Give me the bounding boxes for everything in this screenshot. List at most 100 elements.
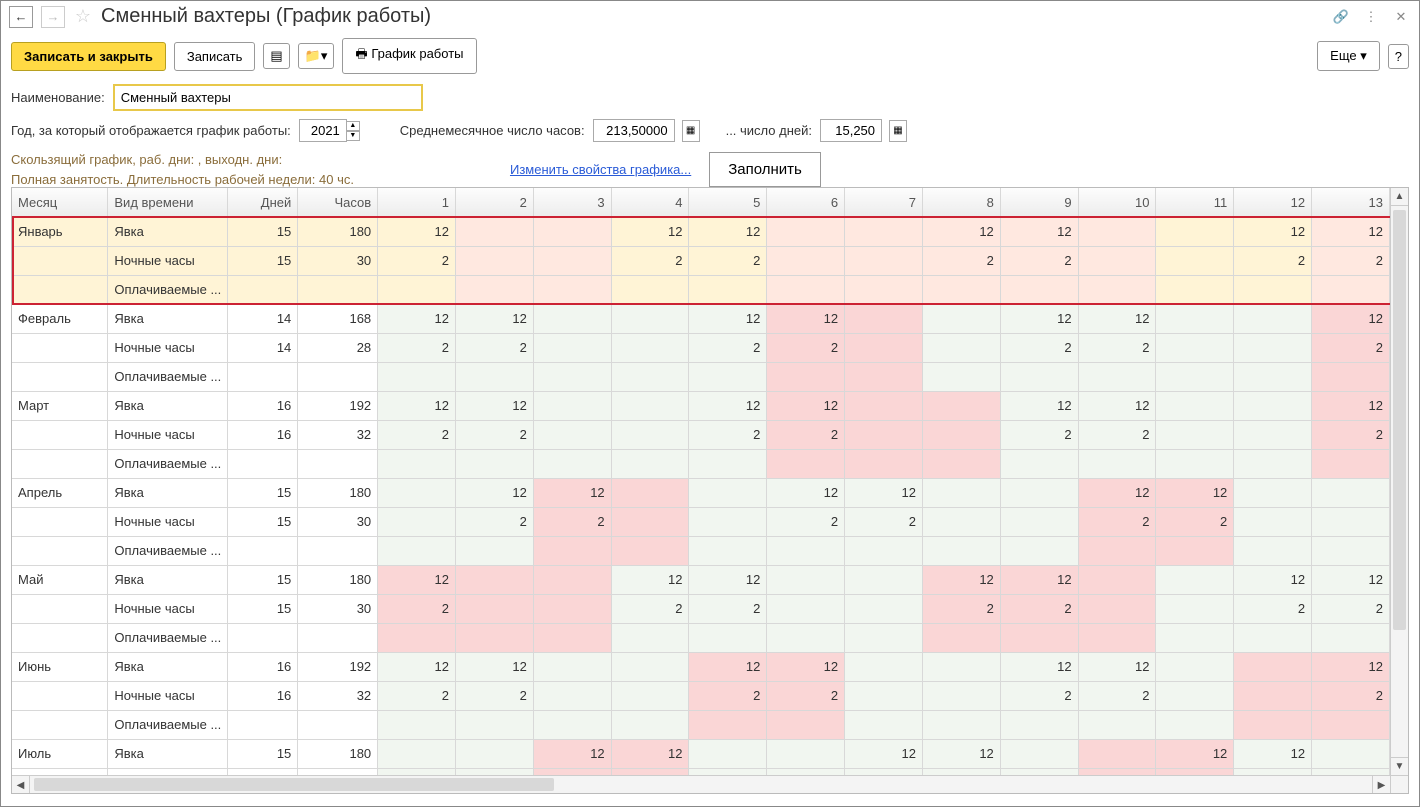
day-cell[interactable] (378, 536, 456, 565)
day-cell[interactable] (1000, 710, 1078, 739)
day-cell[interactable] (533, 246, 611, 275)
day-cell[interactable] (845, 652, 923, 681)
day-cell[interactable] (1234, 536, 1312, 565)
day-cell[interactable]: 2 (378, 246, 456, 275)
day-cell[interactable]: 12 (1078, 478, 1156, 507)
table-row[interactable]: Ночные часы16322222222 (12, 420, 1390, 449)
col-day-13[interactable]: 13 (1312, 188, 1390, 217)
year-up[interactable]: ▲ (346, 121, 360, 131)
day-cell[interactable] (611, 391, 689, 420)
day-cell[interactable] (689, 362, 767, 391)
day-cell[interactable]: 12 (1000, 391, 1078, 420)
day-cell[interactable] (767, 362, 845, 391)
name-input[interactable] (113, 84, 423, 111)
day-cell[interactable] (1234, 449, 1312, 478)
day-cell[interactable] (689, 768, 767, 775)
link-icon[interactable]: 🔗 (1331, 7, 1351, 27)
day-cell[interactable] (689, 275, 767, 304)
day-cell[interactable] (922, 478, 1000, 507)
day-cell[interactable] (1312, 362, 1390, 391)
day-cell[interactable]: 12 (1000, 217, 1078, 246)
day-cell[interactable] (845, 710, 923, 739)
day-cell[interactable] (533, 333, 611, 362)
day-cell[interactable] (456, 565, 534, 594)
day-cell[interactable]: 2 (767, 681, 845, 710)
day-cell[interactable] (922, 536, 1000, 565)
day-cell[interactable]: 12 (1312, 304, 1390, 333)
day-cell[interactable] (689, 507, 767, 536)
day-cell[interactable] (533, 536, 611, 565)
day-cell[interactable] (533, 275, 611, 304)
day-cell[interactable]: 12 (378, 565, 456, 594)
fill-button[interactable]: Заполнить (709, 152, 821, 187)
day-cell[interactable] (767, 710, 845, 739)
day-cell[interactable]: 2 (767, 333, 845, 362)
col-day-7[interactable]: 7 (845, 188, 923, 217)
day-cell[interactable] (611, 710, 689, 739)
table-row[interactable]: Ночные часы1530222222 (12, 507, 1390, 536)
table-row[interactable]: ФевральЯвка1416812121212121212 (12, 304, 1390, 333)
close-icon[interactable]: ✕ (1391, 7, 1411, 27)
day-cell[interactable] (767, 246, 845, 275)
day-cell[interactable] (767, 217, 845, 246)
day-cell[interactable] (1234, 333, 1312, 362)
day-cell[interactable] (1234, 478, 1312, 507)
day-cell[interactable]: 2 (1000, 594, 1078, 623)
day-cell[interactable]: 12 (922, 565, 1000, 594)
day-cell[interactable] (611, 681, 689, 710)
day-cell[interactable] (1234, 710, 1312, 739)
day-cell[interactable]: 12 (1078, 304, 1156, 333)
col-day-12[interactable]: 12 (1234, 188, 1312, 217)
day-cell[interactable] (1078, 623, 1156, 652)
day-cell[interactable]: 12 (922, 739, 1000, 768)
day-cell[interactable] (1000, 739, 1078, 768)
folder-dropdown-button[interactable]: 📁▾ (298, 43, 335, 69)
day-cell[interactable] (378, 739, 456, 768)
favorite-icon[interactable]: ☆ (73, 7, 93, 27)
day-cell[interactable] (767, 565, 845, 594)
day-cell[interactable] (922, 681, 1000, 710)
day-cell[interactable] (456, 246, 534, 275)
day-cell[interactable]: 12 (845, 739, 923, 768)
day-cell[interactable] (922, 304, 1000, 333)
day-cell[interactable]: 2 (1078, 420, 1156, 449)
kebab-icon[interactable]: ⋮ (1361, 7, 1381, 27)
col-day-2[interactable]: 2 (456, 188, 534, 217)
day-cell[interactable] (533, 710, 611, 739)
table-row[interactable]: Оплачиваемые ... (12, 623, 1390, 652)
day-cell[interactable] (456, 739, 534, 768)
day-cell[interactable] (922, 362, 1000, 391)
day-cell[interactable] (767, 594, 845, 623)
day-cell[interactable] (611, 536, 689, 565)
day-cell[interactable] (1156, 594, 1234, 623)
day-cell[interactable] (1234, 304, 1312, 333)
day-cell[interactable] (1234, 652, 1312, 681)
day-cell[interactable]: 12 (1312, 565, 1390, 594)
day-cell[interactable]: 12 (1156, 478, 1234, 507)
year-down[interactable]: ▼ (346, 131, 360, 141)
day-cell[interactable] (1156, 652, 1234, 681)
day-cell[interactable] (922, 652, 1000, 681)
day-cell[interactable] (456, 623, 534, 652)
day-cell[interactable]: 12 (1234, 217, 1312, 246)
day-cell[interactable]: 12 (533, 739, 611, 768)
list-icon-button[interactable]: ▤ (263, 43, 289, 69)
day-cell[interactable] (1078, 710, 1156, 739)
day-cell[interactable]: 12 (1000, 652, 1078, 681)
day-cell[interactable]: 12 (767, 304, 845, 333)
day-cell[interactable]: 12 (689, 565, 767, 594)
day-cell[interactable]: 2 (1000, 246, 1078, 275)
day-cell[interactable]: 12 (378, 304, 456, 333)
day-cell[interactable] (378, 362, 456, 391)
day-cell[interactable] (1156, 391, 1234, 420)
day-cell[interactable] (456, 536, 534, 565)
day-cell[interactable] (689, 449, 767, 478)
day-cell[interactable] (1000, 536, 1078, 565)
table-row[interactable]: МартЯвка1619212121212121212 (12, 391, 1390, 420)
day-cell[interactable]: 2 (1312, 681, 1390, 710)
table-row[interactable]: ИюньЯвка1619212121212121212 (12, 652, 1390, 681)
day-cell[interactable] (922, 420, 1000, 449)
day-cell[interactable] (767, 536, 845, 565)
day-cell[interactable] (1078, 449, 1156, 478)
day-cell[interactable] (1156, 217, 1234, 246)
